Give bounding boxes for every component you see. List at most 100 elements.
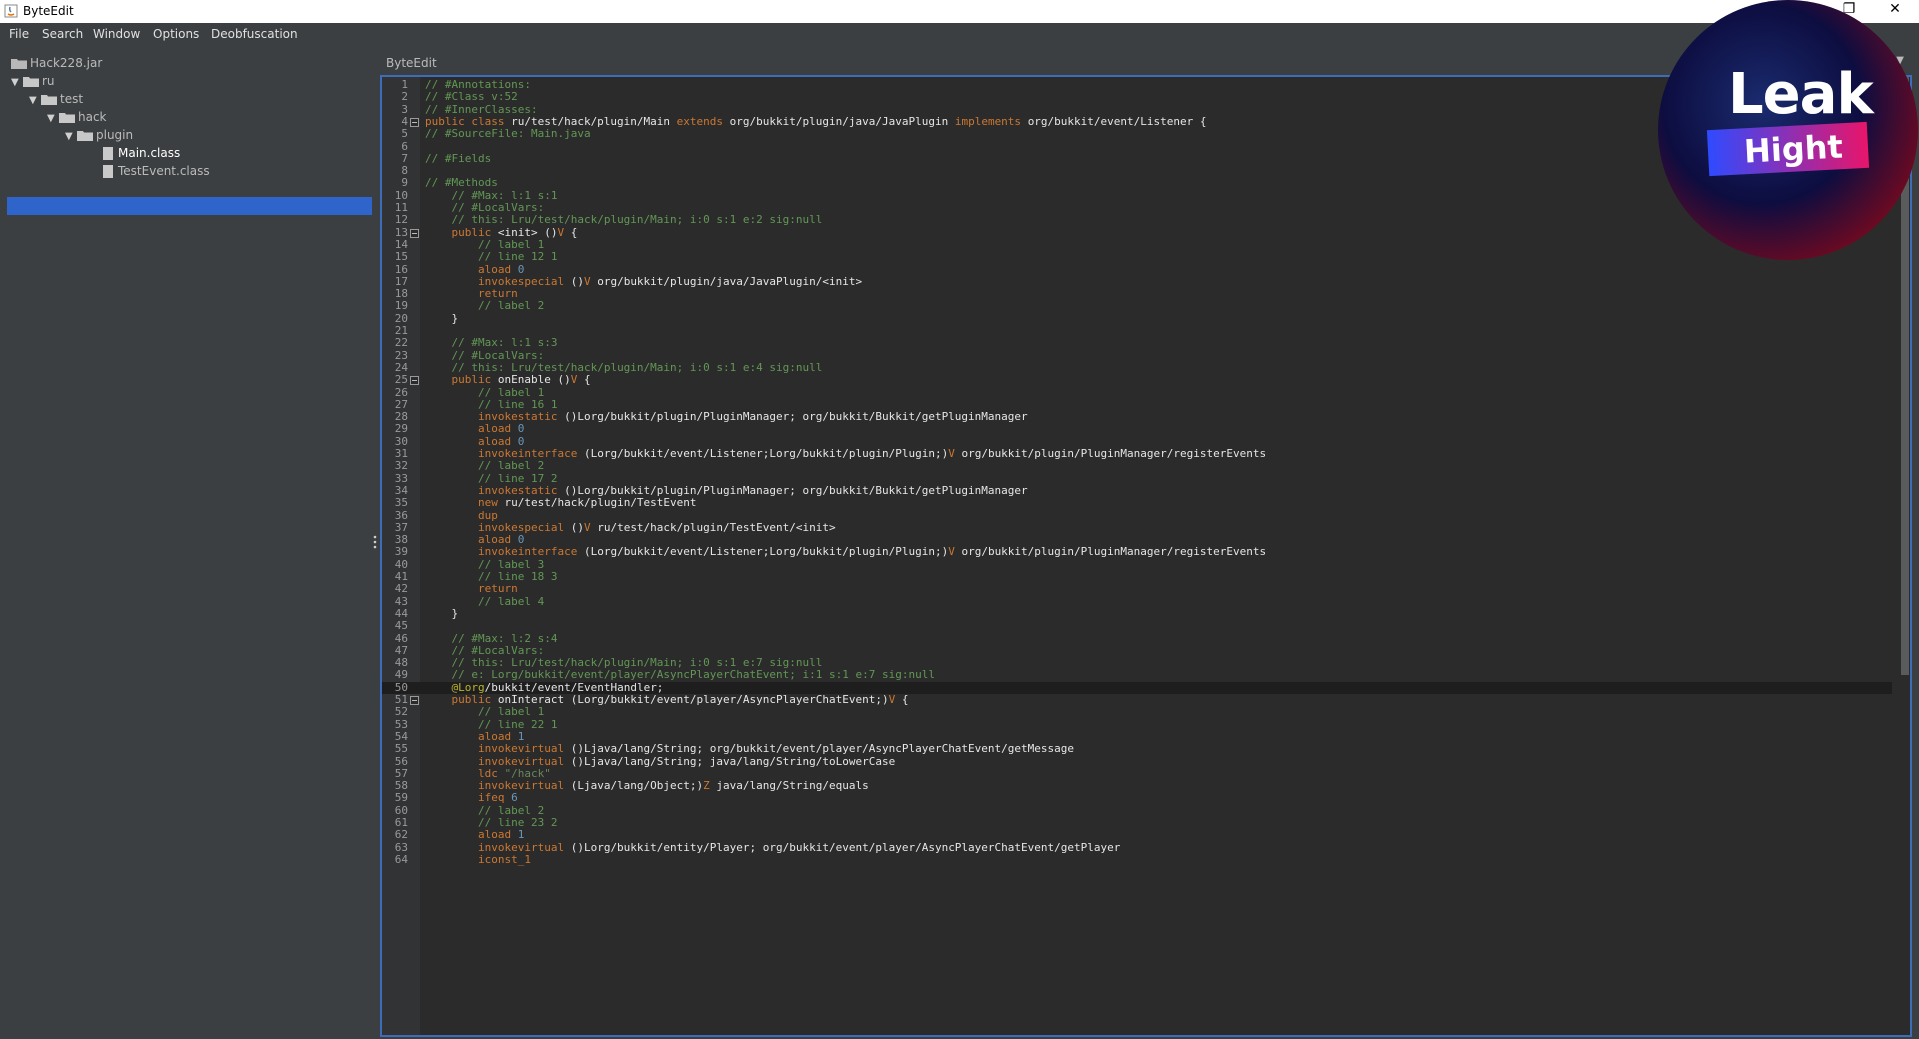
- tree-item-main-class[interactable]: Main.class: [103, 144, 180, 162]
- code-line[interactable]: 12 // this: Lru/test/hack/plugin/Main; i…: [382, 213, 1892, 226]
- code-line[interactable]: 51 public onInteract (Lorg/bukkit/event/…: [382, 693, 1892, 706]
- menu-deobfuscation[interactable]: Deobfuscation: [211, 27, 298, 41]
- code-line[interactable]: 20 }: [382, 311, 1892, 325]
- code-token: ldc: [477, 766, 505, 780]
- code-token: }: [425, 311, 459, 325]
- tree-item-jar[interactable]: Hack228.jar: [11, 54, 102, 72]
- code-line[interactable]: 22 // #Max: l:1 s:3: [382, 336, 1892, 350]
- tree-item-ru[interactable]: ▼ ru: [11, 72, 55, 90]
- fold-toggle-icon[interactable]: [410, 117, 419, 127]
- code-line[interactable]: 52 // label 1: [382, 705, 1892, 718]
- code-token: }: [425, 606, 459, 620]
- code-editor[interactable]: 1// #Annotations: 2// #Class v:52 3// #Inn…: [380, 75, 1912, 1037]
- code-line[interactable]: 24 // this: Lru/test/hack/plugin/Main; i…: [382, 361, 1892, 374]
- editor-tab-label: ByteEdit: [386, 56, 437, 70]
- code-line[interactable]: 21: [382, 324, 1892, 337]
- code-token: "/hack": [504, 766, 551, 780]
- code-text: iconst_1: [425, 853, 531, 866]
- code-line[interactable]: 58 invokevirtual (Ljava/lang/Object;)Z j…: [382, 779, 1892, 792]
- code-token: // #LocalVars:: [451, 201, 545, 214]
- code-line[interactable]: 60 // label 2: [382, 804, 1892, 817]
- code-line[interactable]: 40 // label 3: [382, 558, 1892, 571]
- tree-item-hack[interactable]: ▼ hack: [47, 108, 107, 126]
- code-line[interactable]: 43 // label 4: [382, 594, 1892, 608]
- code-line[interactable]: 61 // line 23 2: [382, 816, 1892, 829]
- line-number: 5: [401, 127, 408, 141]
- code-token: ()Lorg/bukkit/plugin/PluginManager; org/…: [564, 410, 1028, 424]
- fold-toggle-icon[interactable]: [410, 228, 419, 238]
- code-line[interactable]: 44 }: [382, 606, 1892, 620]
- code-line[interactable]: 42 return: [382, 582, 1892, 595]
- tree-item-label: Hack228.jar: [30, 56, 103, 70]
- line-number: 9: [401, 176, 408, 190]
- code-line[interactable]: 31 invokeinterface (Lorg/bukkit/event/Li…: [382, 447, 1892, 460]
- close-button[interactable]: ✕: [1880, 1, 1910, 17]
- code-line[interactable]: 10 // #Max: l:1 s:1: [382, 189, 1892, 202]
- code-line[interactable]: 53 // line 22 1: [382, 718, 1892, 731]
- folder-open-icon: [77, 131, 93, 141]
- code-line[interactable]: 37 invokespecial ()V ru/test/hack/plugin…: [382, 520, 1892, 534]
- code-token: // #Max: l:1 s:3: [451, 336, 558, 350]
- code-line[interactable]: 28 invokestatic ()Lorg/bukkit/plugin/Plu…: [382, 410, 1892, 424]
- vertical-scrollbar[interactable]: [1900, 77, 1910, 1035]
- code-line[interactable]: 32 // label 2: [382, 459, 1892, 472]
- code-line[interactable]: 18 return: [382, 287, 1892, 300]
- code-token: (Lorg/bukkit/event/Listener;Lorg/bukkit/…: [583, 447, 949, 460]
- code-line[interactable]: 15 // line 12 1: [382, 250, 1892, 263]
- code-token: invokestatic: [477, 410, 565, 424]
- code-token: V: [583, 520, 591, 534]
- chevron-down-icon[interactable]: ▼: [29, 92, 41, 110]
- fold-toggle-icon[interactable]: [410, 696, 419, 705]
- code-token: // label 4: [477, 594, 545, 608]
- tree-item-plugin[interactable]: ▼ plugin: [65, 126, 133, 144]
- code-line[interactable]: 14 // label 1: [382, 238, 1892, 251]
- chevron-down-icon[interactable]: ▼: [65, 128, 77, 146]
- code-line[interactable]: 39 invokeinterface (Lorg/bukkit/event/Li…: [382, 545, 1892, 559]
- code-line[interactable]: 46 // #Max: l:2 s:4: [382, 632, 1892, 645]
- chevron-down-icon[interactable]: ▼: [47, 110, 59, 128]
- code-token: public class: [425, 114, 512, 128]
- tree-item-testevent-class[interactable]: TestEvent.class: [103, 162, 210, 180]
- code-line[interactable]: 9 // #Methods: [382, 176, 1892, 190]
- code-text: invokeinterface (Lorg/bukkit/event/Liste…: [425, 447, 1266, 460]
- fold-toggle-icon[interactable]: [410, 376, 419, 386]
- code-token: invokevirtual: [477, 754, 571, 768]
- line-number: 2: [401, 90, 408, 104]
- code-line[interactable]: 19 // label 2: [382, 300, 1892, 313]
- code-token: aload: [477, 729, 518, 743]
- line-number: 25: [394, 373, 408, 387]
- window-title: ByteEdit: [23, 4, 74, 18]
- code-line[interactable]: 26 // label 1: [382, 386, 1892, 399]
- code-token: aload: [477, 422, 518, 436]
- code-line[interactable]: 64 iconst_1: [382, 852, 1892, 866]
- code-line[interactable]: 41 // line 18 3: [382, 570, 1892, 583]
- code-line[interactable]: 45: [382, 619, 1892, 632]
- code-line[interactable]: 63 invokevirtual ()Lorg/bukkit/entity/Pl…: [382, 841, 1892, 854]
- tree-item-test[interactable]: ▼ test: [29, 90, 83, 108]
- menu-search[interactable]: Search: [42, 27, 83, 41]
- menu-file[interactable]: File: [9, 27, 29, 41]
- code-line[interactable]: 13 public <init> ()V {: [382, 226, 1892, 239]
- code-line[interactable]: 59 ifeq 6: [382, 792, 1892, 805]
- code-token: invokeinterface: [477, 545, 584, 559]
- menu-bar: File Search Window Options Deobfuscation: [0, 23, 1919, 47]
- line-number: 64: [394, 852, 408, 866]
- code-line[interactable]: 29 aload 0: [382, 422, 1892, 436]
- code-token: org/bukkit/plugin/java/JavaPlugin: [729, 114, 955, 128]
- splitter-handle[interactable]: [373, 534, 377, 554]
- menu-window[interactable]: Window: [93, 27, 140, 41]
- logo-leak-text: Leak: [1728, 62, 1874, 127]
- chevron-down-icon[interactable]: ▼: [11, 74, 23, 92]
- menu-options[interactable]: Options: [153, 27, 199, 41]
- code-line[interactable]: 35 new ru/test/hack/plugin/TestEvent: [382, 496, 1892, 509]
- code-line[interactable]: 56 invokevirtual ()Ljava/lang/String; ja…: [382, 754, 1892, 768]
- code-line[interactable]: 17 invokespecial ()V org/bukkit/plugin/j…: [382, 275, 1892, 288]
- code-line[interactable]: 25 public onEnable ()V {: [382, 373, 1892, 387]
